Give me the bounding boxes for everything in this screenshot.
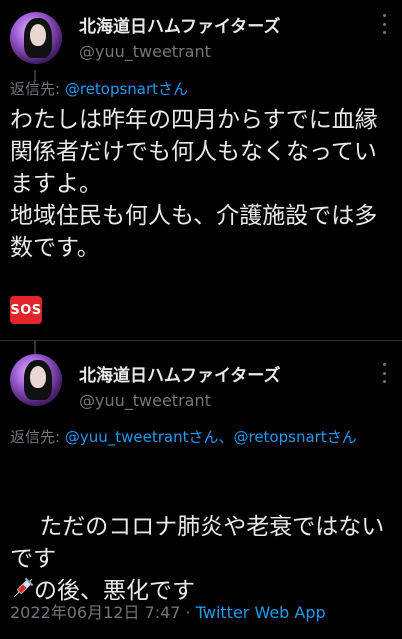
reply-to-link-2[interactable]: @retopsnartさん	[233, 428, 356, 446]
more-options-icon[interactable]	[380, 363, 388, 383]
reply-prefix: 返信先:	[10, 80, 65, 98]
client-app-link[interactable]: Twitter Web App	[196, 603, 326, 622]
tweet-text: わたしは昨年の四月からすでに血縁関係者だけでも何人もなくなっていますよ。 地域住…	[10, 107, 378, 261]
reply-to-line: 返信先: @retopsnartさん	[10, 78, 188, 100]
avatar-face	[30, 366, 46, 388]
tweet-text-line1: ただのコロナ肺炎や老衰ではないです	[10, 514, 385, 572]
reply-to-link-1[interactable]: @yuu_tweetrantさん	[65, 428, 219, 446]
display-name[interactable]: 北海道日ハムファイターズ	[79, 12, 280, 37]
reply-prefix: 返信先:	[10, 428, 65, 446]
display-name[interactable]: 北海道日ハムファイターズ	[79, 361, 280, 386]
avatar[interactable]	[10, 12, 62, 64]
avatar[interactable]	[10, 354, 62, 406]
tweet-2[interactable]: 北海道日ハムファイターズ @yuu_tweetrant 返信先: @yuu_tw…	[0, 341, 402, 637]
thread-line	[34, 341, 36, 355]
user-handle[interactable]: @yuu_tweetrant	[79, 42, 211, 61]
sos-emoji-icon: SOS	[10, 296, 42, 324]
reply-separator: 、	[218, 428, 234, 446]
user-handle[interactable]: @yuu_tweetrant	[79, 391, 211, 410]
syringe-emoji-icon	[10, 577, 34, 601]
reply-to-link[interactable]: @retopsnartさん	[65, 80, 188, 98]
meta-separator: ·	[180, 603, 196, 622]
timestamp[interactable]: 2022年06月12日 7:47	[10, 603, 180, 622]
tweet-1[interactable]: 北海道日ハムファイターズ @yuu_tweetrant 返信先: @retops…	[0, 0, 402, 340]
reply-to-line: 返信先: @yuu_tweetrantさん、@retopsnartさん	[10, 426, 390, 448]
avatar-face	[30, 24, 46, 46]
more-options-icon[interactable]	[380, 14, 388, 34]
tweet-meta: 2022年06月12日 7:47 · Twitter Web App	[10, 599, 326, 623]
